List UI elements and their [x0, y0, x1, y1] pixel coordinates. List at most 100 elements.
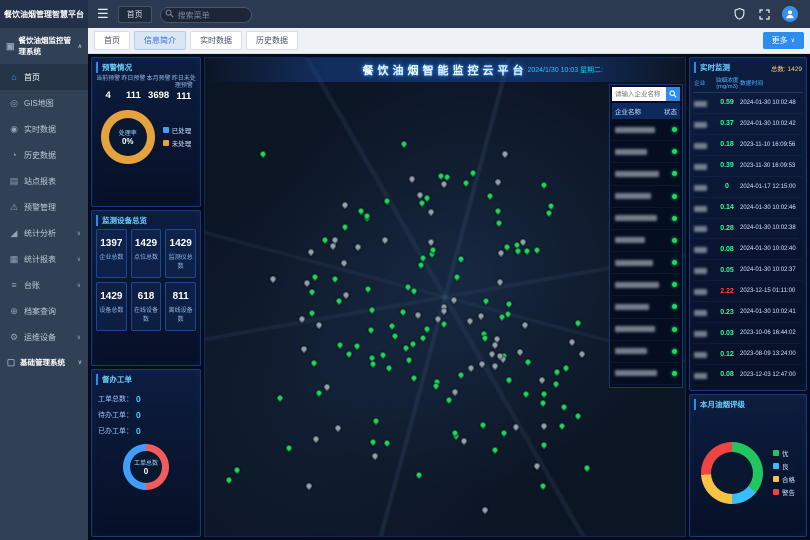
map-marker-gray[interactable] — [304, 482, 312, 490]
map-marker-green[interactable] — [345, 350, 353, 358]
map-marker-gray[interactable] — [354, 243, 362, 251]
map-marker-gray[interactable] — [303, 279, 311, 287]
map-marker-gray[interactable] — [427, 238, 435, 246]
map-marker-green[interactable] — [558, 422, 566, 430]
map-marker-green[interactable] — [539, 399, 547, 407]
map-marker-gray[interactable] — [300, 345, 308, 353]
fullscreen-icon[interactable] — [757, 7, 771, 21]
map-marker-green[interactable] — [311, 272, 319, 280]
map-marker-gray[interactable] — [427, 208, 435, 216]
sidebar-group-restaurant-system[interactable]: ▣ 餐饮油烟监控管理系统 ∧ — [0, 28, 88, 64]
map-marker-green[interactable] — [416, 261, 424, 269]
map-marker-gray[interactable] — [408, 175, 416, 183]
map-marker-green[interactable] — [308, 309, 316, 317]
map-marker-green[interactable] — [367, 326, 375, 334]
map-marker-green[interactable] — [514, 247, 522, 255]
map-marker-green[interactable] — [574, 318, 582, 326]
nav-tag-home[interactable]: 首页 — [118, 6, 152, 23]
realtime-row[interactable]: 0.592024-01-30 10:02:48 — [694, 93, 802, 114]
map-marker-green[interactable] — [523, 247, 531, 255]
map-marker-green[interactable] — [505, 300, 513, 308]
map-marker-green[interactable] — [315, 388, 323, 396]
tab-2[interactable]: 实时数据 — [190, 31, 242, 50]
sidebar-item-7[interactable]: ▦统计报表∨ — [0, 246, 88, 272]
sidebar-item-8[interactable]: ≡台账∨ — [0, 272, 88, 298]
enterprise-row[interactable] — [612, 341, 680, 363]
map-marker-green[interactable] — [372, 417, 380, 425]
realtime-row[interactable]: 0.182023-11-10 16:09:56 — [694, 135, 802, 156]
realtime-row[interactable]: 0.082023-12-03 12:47:00 — [694, 365, 802, 386]
map-marker-green[interactable] — [500, 429, 508, 437]
enterprise-row[interactable] — [612, 296, 680, 318]
map-marker-green[interactable] — [574, 412, 582, 420]
map-marker-green[interactable] — [457, 255, 465, 263]
map-marker-green[interactable] — [400, 140, 408, 148]
map-marker-green[interactable] — [410, 374, 418, 382]
map-marker-gray[interactable] — [537, 376, 545, 384]
enterprise-search-button[interactable] — [666, 87, 680, 101]
map-marker-green[interactable] — [309, 359, 317, 367]
enterprise-row[interactable] — [612, 208, 680, 230]
map-marker-green[interactable] — [225, 476, 233, 484]
map-marker-gray[interactable] — [333, 424, 341, 432]
map-marker-green[interactable] — [552, 379, 560, 387]
enterprise-row[interactable] — [612, 141, 680, 163]
map-marker-gray[interactable] — [297, 315, 305, 323]
map-marker-green[interactable] — [368, 305, 376, 313]
map-marker-green[interactable] — [379, 351, 387, 359]
realtime-row[interactable]: 2.222023-12-15 01:11:00 — [694, 281, 802, 302]
map-marker-gray[interactable] — [340, 259, 348, 267]
realtime-row[interactable]: 0.052024-01-30 10:02:37 — [694, 260, 802, 281]
map-marker-green[interactable] — [539, 441, 547, 449]
map-marker-gray[interactable] — [512, 423, 520, 431]
map-marker-green[interactable] — [404, 355, 412, 363]
enterprise-row[interactable] — [612, 319, 680, 341]
map-marker-gray[interactable] — [381, 235, 389, 243]
map-marker-green[interactable] — [321, 235, 329, 243]
map-marker-gray[interactable] — [533, 462, 541, 470]
map-marker-green[interactable] — [308, 288, 316, 296]
map-marker-green[interactable] — [479, 421, 487, 429]
map-marker-green[interactable] — [495, 219, 503, 227]
tab-0[interactable]: 首页 — [94, 31, 130, 50]
map-marker-green[interactable] — [481, 334, 489, 342]
map-marker-green[interactable] — [524, 358, 532, 366]
tab-3[interactable]: 历史数据 — [246, 31, 298, 50]
sidebar-item-0[interactable]: ⌂首页 — [0, 64, 88, 90]
map-marker-green[interactable] — [469, 169, 477, 177]
realtime-row[interactable]: 0.122023-08-09 13:24:00 — [694, 344, 802, 365]
realtime-row[interactable]: 0.282024-01-30 10:02:38 — [694, 219, 802, 240]
map-marker-gray[interactable] — [451, 388, 459, 396]
enterprise-search-input[interactable] — [612, 87, 666, 101]
map-marker-green[interactable] — [369, 438, 377, 446]
sidebar-group-base-system[interactable]: ▢ 基础管理系统 ∨ — [0, 350, 88, 375]
map-marker-gray[interactable] — [370, 452, 378, 460]
map-marker-green[interactable] — [258, 150, 266, 158]
realtime-row[interactable]: 0.232024-01-30 10:02:41 — [694, 302, 802, 323]
map-marker-gray[interactable] — [501, 149, 509, 157]
tab-1[interactable]: 信息简介 — [134, 31, 186, 50]
map-marker-green[interactable] — [335, 297, 343, 305]
map-marker-gray[interactable] — [477, 312, 485, 320]
map-marker-green[interactable] — [399, 308, 407, 316]
map-marker-gray[interactable] — [494, 177, 502, 185]
map-marker-gray[interactable] — [340, 201, 348, 209]
map-marker-green[interactable] — [522, 389, 530, 397]
enterprise-row[interactable] — [612, 252, 680, 274]
map-marker-gray[interactable] — [323, 383, 331, 391]
map-marker-green[interactable] — [439, 319, 447, 327]
map-marker-green[interactable] — [452, 272, 460, 280]
more-button[interactable]: 更多 ∨ — [763, 32, 804, 49]
map-marker-gray[interactable] — [342, 291, 350, 299]
map-marker-gray[interactable] — [540, 422, 548, 430]
map-marker-green[interactable] — [545, 209, 553, 217]
realtime-row[interactable]: 0.032023-10-06 16:44:02 — [694, 323, 802, 344]
map-marker-gray[interactable] — [269, 275, 277, 283]
map-marker-green[interactable] — [276, 394, 284, 402]
map-marker-green[interactable] — [352, 342, 360, 350]
map-marker-green[interactable] — [415, 471, 423, 479]
map-marker-green[interactable] — [336, 341, 344, 349]
map-marker-gray[interactable] — [478, 360, 486, 368]
map-marker-gray[interactable] — [481, 506, 489, 514]
map-marker-green[interactable] — [533, 246, 541, 254]
